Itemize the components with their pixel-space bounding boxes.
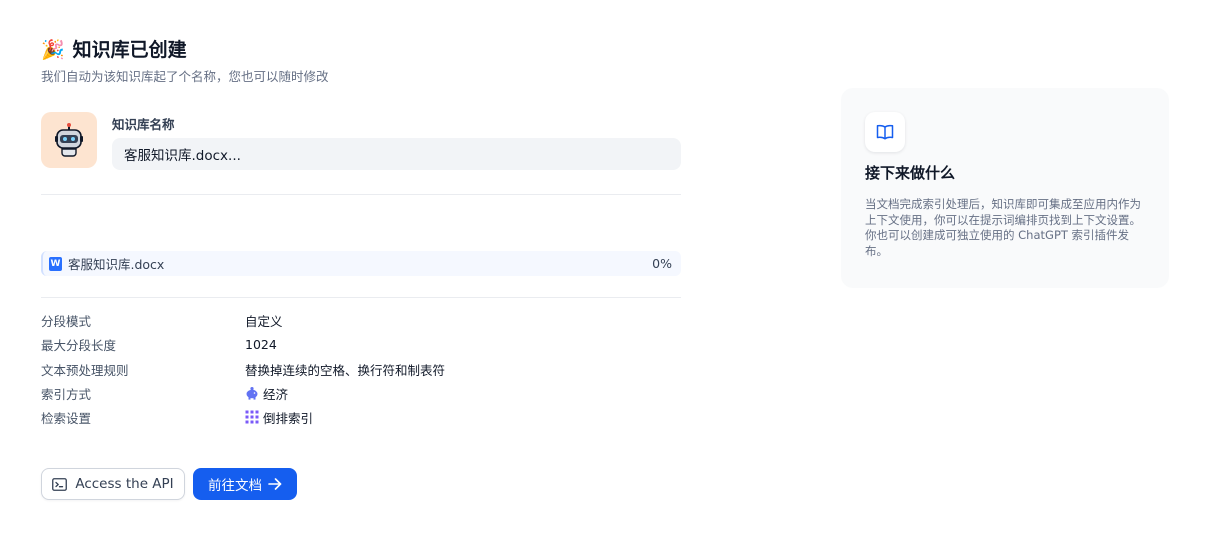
page-title: 知识库已创建: [72, 39, 187, 61]
page-subtitle: 我们自动为该知识库起了个名称，您也可以随时修改: [41, 69, 329, 84]
party-popper-icon: 🎉: [41, 39, 65, 61]
setting-key: 索引方式: [41, 386, 92, 402]
terminal-icon: [52, 477, 68, 491]
setting-key: 分段模式: [41, 313, 92, 329]
dataset-name-input[interactable]: [112, 138, 681, 170]
file-progress-percent: 0%: [652, 256, 672, 271]
setting-value: 自定义: [245, 313, 283, 329]
word-file-icon: W: [49, 256, 62, 271]
file-progress-row: W 客服知识库.docx 0%: [41, 251, 681, 276]
grid-icon: [245, 410, 259, 424]
file-name: 客服知识库.docx: [68, 257, 165, 272]
setting-row-segment-mode: 分段模式 自定义: [41, 310, 283, 330]
divider: [41, 194, 681, 195]
next-steps-title: 接下来做什么: [865, 164, 956, 182]
setting-value: 1024: [245, 336, 277, 352]
setting-key: 检索设置: [41, 410, 92, 426]
page-header: 🎉 知识库已创建: [41, 38, 187, 62]
divider: [41, 297, 681, 298]
book-open-icon: [876, 124, 894, 140]
setting-value-wrap: 倒排索引: [245, 408, 313, 427]
setting-row-preprocess: 文本预处理规则 替换掉连续的空格、换行符和制表符: [41, 359, 445, 379]
go-to-document-button[interactable]: 前往文档: [193, 468, 297, 500]
setting-value: 倒排索引: [263, 410, 314, 426]
robot-icon: [55, 123, 83, 157]
setting-value-wrap: 经济: [245, 384, 288, 403]
setting-row-retrieval: 检索设置 倒排索引: [41, 407, 313, 427]
access-api-button[interactable]: Access the API: [41, 468, 185, 500]
next-steps-card: 接下来做什么 当文档完成索引处理后，知识库即可集成至应用内作为上下文使用，你可以…: [841, 88, 1169, 288]
go-to-document-label: 前往文档: [208, 478, 262, 494]
dataset-name-label: 知识库名称: [112, 117, 175, 132]
piggy-bank-icon: [246, 387, 258, 400]
setting-key: 文本预处理规则: [41, 362, 129, 378]
setting-key: 最大分段长度: [41, 337, 117, 353]
dataset-avatar[interactable]: [41, 112, 97, 168]
setting-value: 替换掉连续的空格、换行符和制表符: [245, 362, 446, 378]
access-api-label: Access the API: [75, 476, 174, 492]
setting-row-max-length: 最大分段长度 1024: [41, 334, 277, 354]
next-steps-icon-wrap: [865, 112, 905, 152]
next-steps-description: 当文档完成索引处理后，知识库即可集成至应用内作为上下文使用，你可以在提示词编排页…: [865, 197, 1141, 258]
setting-row-index-method: 索引方式 经济: [41, 383, 288, 403]
setting-value: 经济: [263, 386, 289, 402]
arrow-right-icon: [268, 478, 282, 490]
